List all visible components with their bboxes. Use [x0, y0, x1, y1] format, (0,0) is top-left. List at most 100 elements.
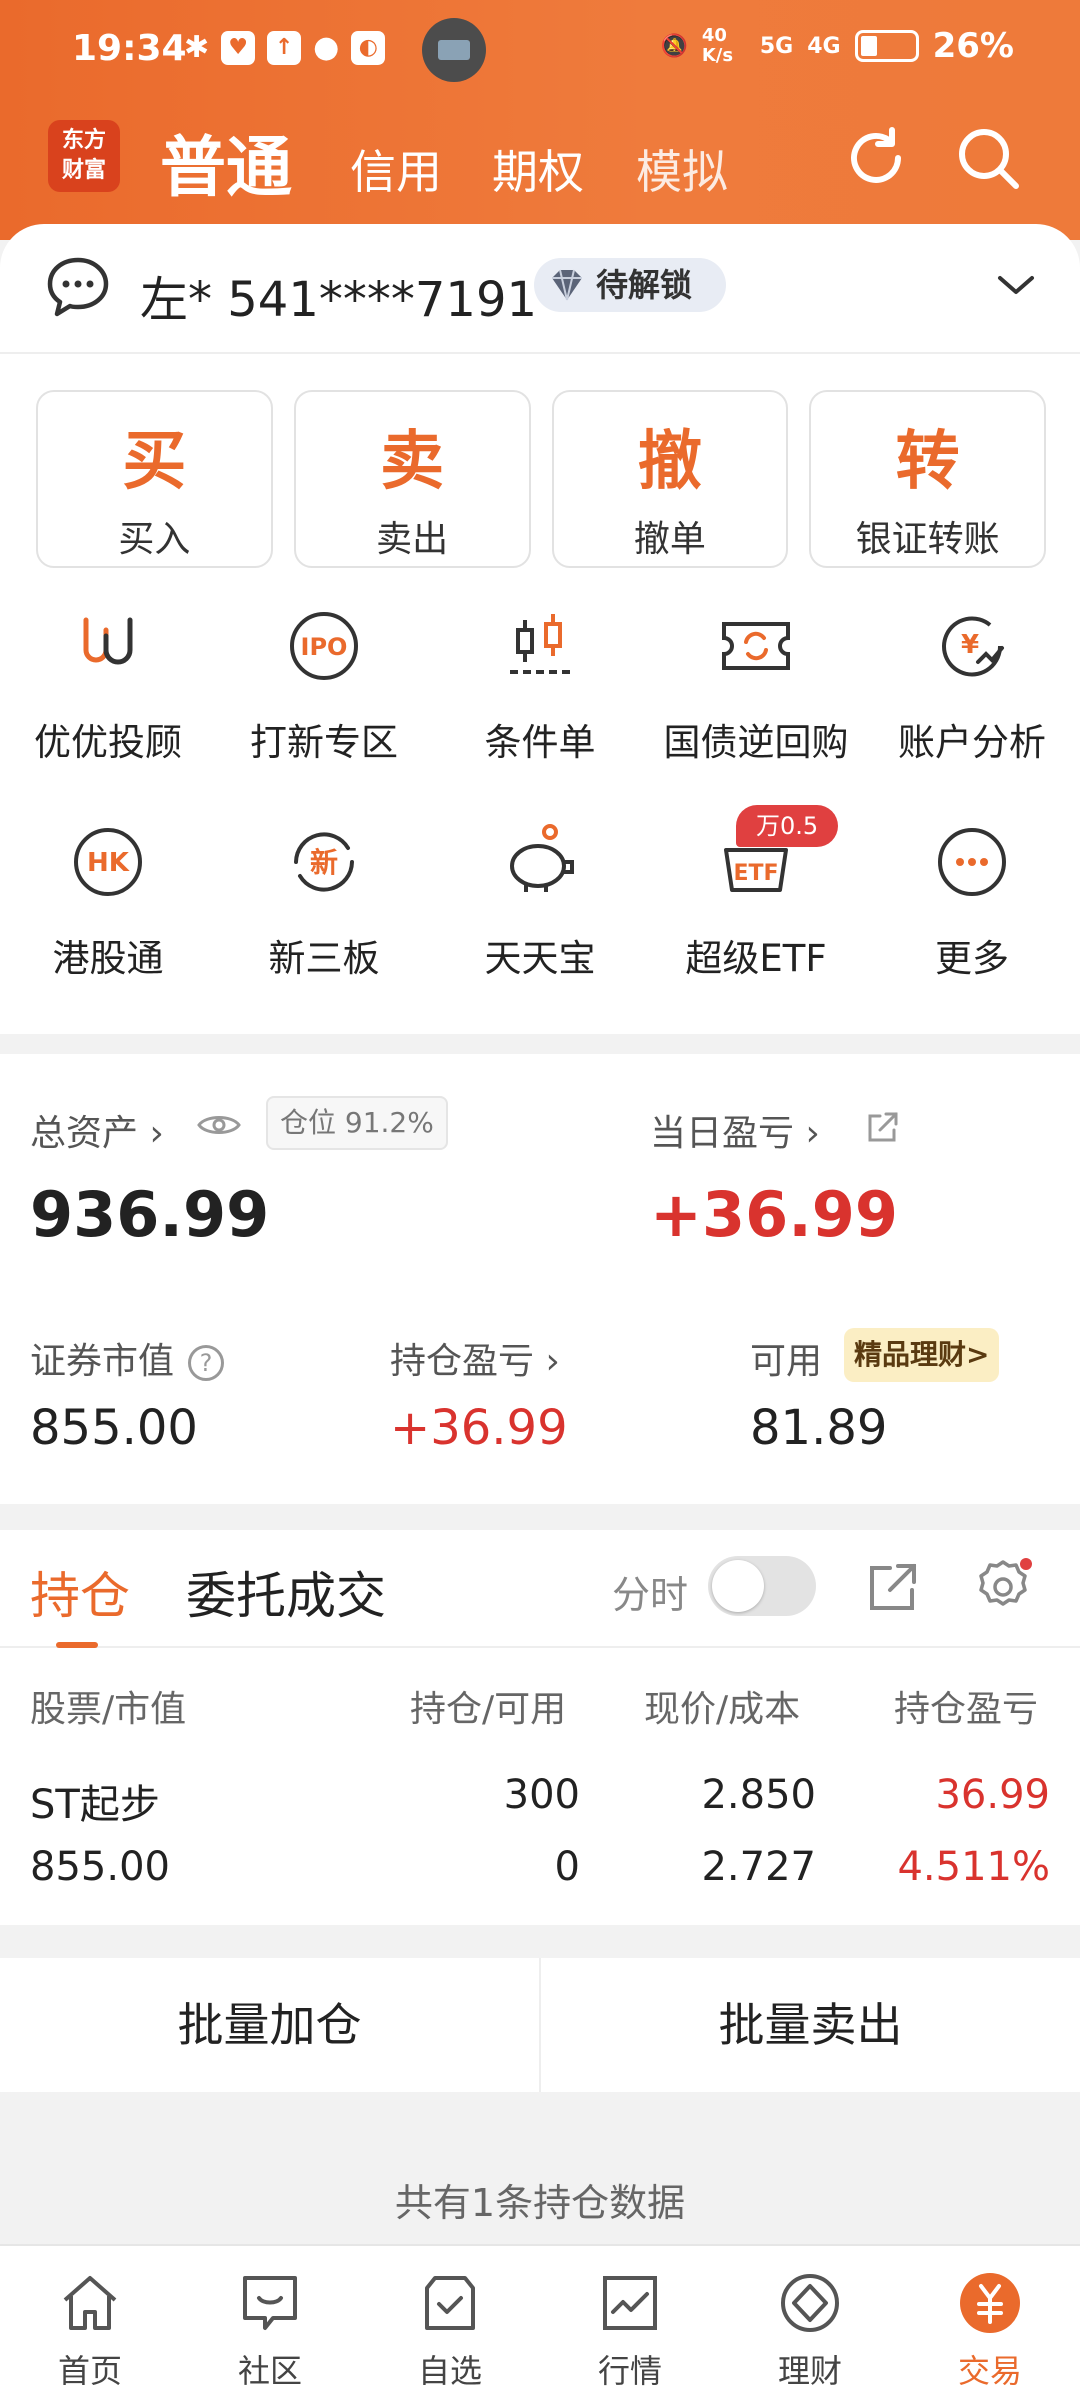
- eye-icon[interactable]: [196, 1110, 242, 1140]
- account-name: 左* 541****7191: [140, 272, 538, 328]
- account-bar[interactable]: 左* 541****7191 待解锁: [0, 224, 1080, 354]
- sell-button[interactable]: 卖 卖出: [293, 390, 531, 568]
- feature-label: 条件单: [484, 721, 596, 764]
- youyou-icon: [83, 617, 133, 665]
- total-assets-value: 936.99: [30, 1178, 270, 1251]
- feature-more[interactable]: 更多: [864, 822, 1080, 982]
- settings-gear-icon[interactable]: [972, 1556, 1034, 1618]
- available-value: 81.89: [750, 1400, 888, 1456]
- col-header-pl: 持仓盈亏: [894, 1689, 1039, 1730]
- home-icon: [63, 2276, 117, 2330]
- message-icon[interactable]: [44, 254, 112, 322]
- signal-4g: 4G: [807, 33, 841, 59]
- search-icon[interactable]: [952, 122, 1024, 194]
- holding-pl-label[interactable]: 持仓盈亏 ›: [390, 1332, 560, 1384]
- tab-holdings[interactable]: 持仓: [30, 1556, 130, 1628]
- status-time: 19:34: [72, 28, 187, 69]
- ipo-icon: IPO: [290, 612, 358, 680]
- market-value-label: 证券市值?: [30, 1332, 225, 1384]
- feature-reverse-repo[interactable]: 国债逆回购: [648, 606, 864, 766]
- help-icon[interactable]: ?: [188, 1345, 225, 1381]
- svg-text:新: 新: [310, 846, 338, 879]
- app-shortcut-icon: ◐: [351, 30, 386, 65]
- cancel-order-button[interactable]: 撤 撤单: [551, 390, 789, 568]
- app-logo[interactable]: 东方 财富: [48, 120, 120, 192]
- feature-account-analysis[interactable]: ¥ 账户分析: [864, 606, 1080, 766]
- feature-new-third-board[interactable]: 新 新三板: [216, 822, 432, 982]
- bank-transfer-button[interactable]: 转 银证转账: [809, 390, 1046, 568]
- active-tab-indicator: [56, 1642, 98, 1648]
- col-header-position: 持仓/可用: [410, 1689, 567, 1730]
- holding-pl-value: +36.99: [390, 1400, 568, 1456]
- col-header-stock: 股票/市值: [30, 1689, 187, 1730]
- nav-home[interactable]: 首页: [0, 2246, 180, 2400]
- intraday-toggle[interactable]: [708, 1556, 816, 1616]
- floating-window-icon[interactable]: [422, 18, 486, 82]
- feature-conditional-order[interactable]: 条件单: [432, 606, 648, 766]
- tab-orders-trades[interactable]: 委托成交: [186, 1556, 386, 1628]
- nav-trade[interactable]: 交易: [900, 2246, 1080, 2400]
- batch-add-button[interactable]: 批量加仓: [0, 1958, 541, 2092]
- stock-pl: 36.99: [935, 1772, 1050, 1818]
- cancel-label: 撤单: [633, 519, 706, 560]
- stock-price: 2.850: [701, 1772, 816, 1818]
- upload-icon: ↑: [267, 30, 302, 65]
- tab-simulated[interactable]: 模拟: [636, 136, 728, 202]
- holdings-tabbar: 持仓 委托成交 分时: [0, 1530, 1080, 1648]
- feature-label: 天天宝: [484, 937, 596, 980]
- tab-normal[interactable]: 普通: [160, 114, 292, 210]
- new-board-icon: 新: [294, 832, 354, 892]
- buy-button[interactable]: 买 买入: [36, 390, 273, 568]
- stock-cost: 2.727: [701, 1844, 816, 1890]
- batch-actions: 批量加仓 批量卖出: [0, 1958, 1080, 2092]
- nav-label: 首页: [57, 2352, 122, 2390]
- nav-wealth[interactable]: 理财: [720, 2246, 900, 2400]
- wechat-icon: ●: [313, 30, 340, 65]
- nav-watchlist[interactable]: 自选: [360, 2246, 540, 2400]
- battery-percent: 26%: [932, 26, 1014, 66]
- buy-glyph: 买: [122, 425, 187, 499]
- tab-credit[interactable]: 信用: [350, 136, 442, 202]
- stock-market-value: 855.00: [30, 1844, 170, 1890]
- bottom-nav: 首页 社区 自选 行情 理财 交易: [0, 2244, 1080, 2400]
- holdings-panel: 持仓 委托成交 分时 股票/市值 持仓/可用 现价/成本 持仓盈亏 ST起步 8…: [0, 1530, 1080, 1925]
- mute-icon: 🔕: [660, 33, 688, 59]
- community-icon: [243, 2276, 297, 2330]
- unlock-badge[interactable]: 待解锁: [534, 258, 727, 312]
- chevron-down-icon[interactable]: [996, 270, 1036, 300]
- export-icon[interactable]: [866, 1560, 920, 1614]
- feature-hk-connect[interactable]: HK 港股通: [0, 822, 216, 982]
- feature-grid-row-2: HK 港股通 新 新三板 天天宝 ETF 超级ETF 更多: [0, 822, 1080, 982]
- feature-youyou[interactable]: 优优投顾: [0, 606, 216, 766]
- feature-tiantianbao[interactable]: 天天宝: [432, 822, 648, 982]
- heart-app-icon: ♥: [221, 30, 256, 65]
- nav-label: 行情: [597, 2352, 662, 2390]
- feature-ipo[interactable]: IPO 打新专区: [216, 606, 432, 766]
- day-pl-label[interactable]: 当日盈亏 ›: [650, 1104, 820, 1156]
- quick-actions: 买 买入 卖 卖出 撤 撤单 转 银证转账: [36, 390, 1046, 568]
- batch-sell-button[interactable]: 批量卖出: [541, 1958, 1080, 2092]
- position-ratio-badge: 仓位 91.2%: [266, 1096, 448, 1150]
- svg-text:¥: ¥: [961, 630, 979, 660]
- nav-market[interactable]: 行情: [540, 2246, 720, 2400]
- total-assets-label[interactable]: 总资产 ›: [30, 1104, 164, 1156]
- premium-finance-badge[interactable]: 精品理财>: [844, 1328, 1000, 1382]
- yen-chart-icon: ¥: [942, 616, 1004, 677]
- holdings-count: 共有1条持仓数据: [394, 2181, 686, 2225]
- tab-options[interactable]: 期权: [492, 136, 584, 202]
- svg-text:ETF: ETF: [733, 861, 778, 886]
- nav-community[interactable]: 社区: [180, 2246, 360, 2400]
- col-header-price: 现价/成本: [644, 1689, 801, 1730]
- battery-icon: [854, 30, 919, 62]
- share-icon[interactable]: [864, 1110, 900, 1146]
- status-system-icons: 🔕 40 K/s 5G 4G 26%: [660, 26, 1014, 67]
- feature-label: 港股通: [52, 937, 164, 980]
- refresh-icon[interactable]: [840, 122, 912, 194]
- candlestick-icon: [510, 614, 570, 674]
- feature-label: 国债逆回购: [663, 721, 849, 764]
- diamond-icon: [552, 269, 582, 301]
- feature-label: 优优投顾: [34, 721, 182, 764]
- more-icon: [938, 828, 1006, 896]
- feature-label: 账户分析: [898, 721, 1046, 764]
- market-icon: [603, 2276, 657, 2330]
